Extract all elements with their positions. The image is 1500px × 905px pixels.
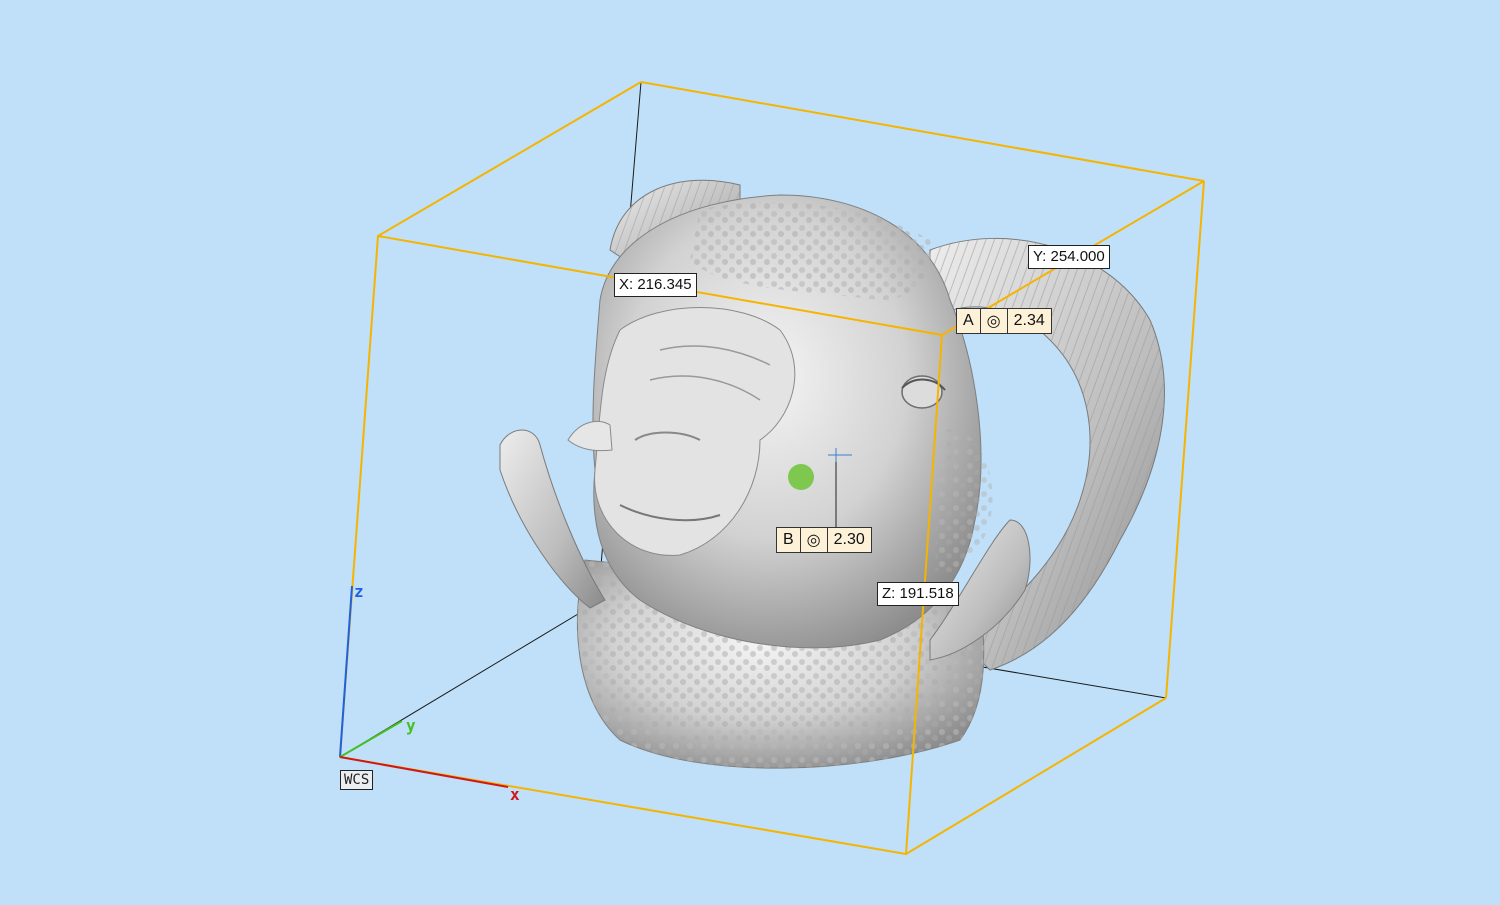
wcs-label[interactable]: WCS (340, 770, 374, 790)
tolerance-frame-b[interactable]: B ◎ 2.30 (776, 527, 872, 553)
datum-b-label: B (777, 528, 801, 552)
concentricity-icon: ◎ (801, 528, 828, 552)
y-dimension-label[interactable]: Y: 254.000 (1028, 245, 1110, 269)
z-dimension-label[interactable]: Z: 191.518 (877, 582, 959, 606)
3d-viewport[interactable]: X: 216.345 Y: 254.000 Z: 191.518 A ◎ 2.3… (0, 0, 1500, 900)
concentricity-icon: ◎ (981, 309, 1008, 333)
x-axis-label: x (510, 785, 520, 804)
datum-a-label: A (957, 309, 981, 333)
z-axis-label: z (354, 582, 364, 601)
tolerance-frame-a[interactable]: A ◎ 2.34 (956, 308, 1052, 334)
tolerance-a-value: 2.34 (1013, 312, 1045, 329)
x-dimension-label[interactable]: X: 216.345 (614, 273, 697, 297)
scene-svg (338, 81, 1205, 856)
z-axis-line (339, 585, 353, 758)
y-axis-line (339, 720, 403, 758)
coordinate-triad (339, 585, 509, 788)
pick-point-marker[interactable] (788, 464, 814, 490)
y-axis-label: y (406, 716, 416, 735)
tolerance-b-value: 2.30 (833, 531, 865, 548)
